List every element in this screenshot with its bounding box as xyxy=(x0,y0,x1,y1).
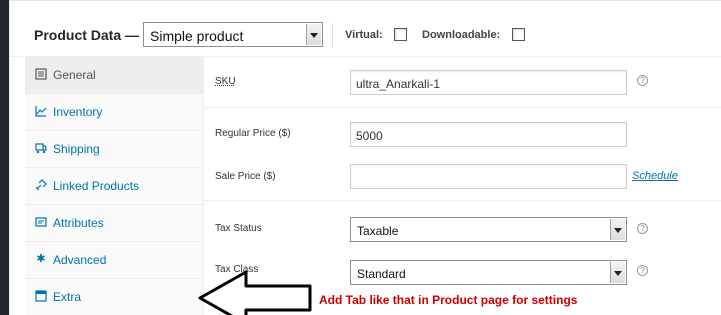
tab-attributes[interactable]: Attributes xyxy=(25,205,204,242)
tab-label: Inventory xyxy=(53,105,103,119)
annotation-arrow-icon xyxy=(198,270,312,315)
section-divider xyxy=(204,200,721,201)
tax-class-value: Standard xyxy=(357,267,406,281)
tab-label: Attributes xyxy=(53,216,104,230)
sale-price-label: Sale Price ($) xyxy=(215,171,276,182)
tab-shipping[interactable]: Shipping xyxy=(25,131,204,168)
window-icon xyxy=(35,290,47,302)
tab-general[interactable]: General xyxy=(25,57,204,94)
annotation-note: Add Tab like that in Product page for se… xyxy=(319,293,578,307)
virtual-label: Virtual: xyxy=(345,29,383,41)
general-icon xyxy=(35,68,47,80)
regular-price-value: 5000 xyxy=(356,129,383,143)
tab-label: Extra xyxy=(53,290,82,304)
sku-value: ultra_Anarkali-1 xyxy=(356,77,441,91)
chevron-down-icon xyxy=(610,262,625,283)
downloadable-checkbox[interactable] xyxy=(512,28,525,41)
shipping-icon xyxy=(35,142,47,154)
attributes-icon xyxy=(35,216,47,228)
tab-advanced[interactable]: ✱ Advanced xyxy=(25,242,204,279)
product-type-value: Simple product xyxy=(150,28,244,44)
tab-linked-products[interactable]: Linked Products xyxy=(25,168,204,205)
inventory-icon xyxy=(35,105,47,117)
tab-label: Linked Products xyxy=(53,179,140,193)
tax-status-label: Tax Status xyxy=(215,223,262,234)
product-data-title: Product Data — xyxy=(34,27,140,43)
header-divider xyxy=(332,23,333,47)
tab-extra[interactable]: Extra xyxy=(25,279,204,315)
virtual-checkbox[interactable] xyxy=(394,28,407,41)
product-data-tabs: General Inventory Shipping Linked Produc… xyxy=(25,57,204,315)
section-divider xyxy=(204,107,721,108)
link-icon xyxy=(35,179,47,191)
product-type-select[interactable]: Simple product xyxy=(143,22,323,47)
product-data-panel: Product Data — Simple product Virtual: D… xyxy=(9,0,721,315)
regular-price-label: Regular Price ($) xyxy=(215,128,291,139)
chevron-down-icon xyxy=(610,219,625,240)
tax-status-value: Taxable xyxy=(357,224,399,238)
schedule-link[interactable]: Schedule xyxy=(632,170,678,182)
gear-icon: ✱ xyxy=(36,253,46,265)
regular-price-input[interactable]: 5000 xyxy=(350,122,627,147)
downloadable-label: Downloadable: xyxy=(422,29,501,41)
tab-label: Advanced xyxy=(53,253,107,267)
tab-inventory[interactable]: Inventory xyxy=(25,94,204,131)
product-data-header: Product Data — Simple product Virtual: D… xyxy=(10,1,721,57)
tab-label: General xyxy=(53,68,96,82)
help-icon[interactable]: ? xyxy=(637,75,648,86)
tab-label: Shipping xyxy=(53,142,100,156)
sku-input[interactable]: ultra_Anarkali-1 xyxy=(350,70,627,95)
tax-class-select[interactable]: Standard xyxy=(350,260,627,285)
help-icon[interactable]: ? xyxy=(637,265,648,276)
help-icon[interactable]: ? xyxy=(637,223,648,234)
sale-price-input[interactable] xyxy=(350,164,627,189)
tax-status-select[interactable]: Taxable xyxy=(350,217,627,242)
sku-label: SKU xyxy=(215,76,236,87)
admin-sidebar-edge xyxy=(0,0,9,315)
chevron-down-icon xyxy=(306,24,321,45)
